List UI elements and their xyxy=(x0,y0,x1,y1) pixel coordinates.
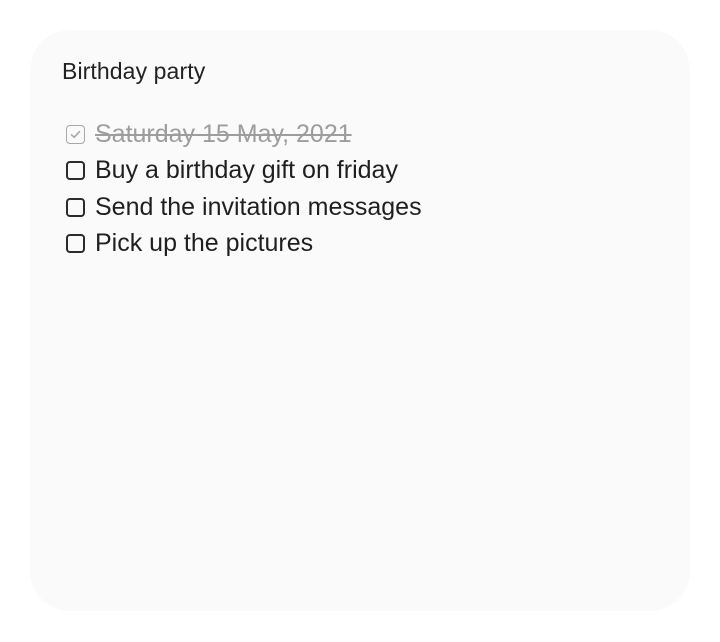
note-title: Birthday party xyxy=(62,58,206,84)
checklist-item[interactable]: Send the invitation messages xyxy=(66,189,422,226)
checkbox-checked-icon[interactable] xyxy=(66,124,85,144)
checklist-item[interactable]: Pick up the pictures xyxy=(66,226,422,263)
checklist-item[interactable]: Saturday 15 May, 2021 xyxy=(66,116,422,153)
checklist-item[interactable]: Buy a birthday gift on friday xyxy=(66,153,422,190)
checkbox-unchecked-icon[interactable] xyxy=(66,161,85,181)
checklist-item-text: Buy a birthday gift on friday xyxy=(95,156,398,185)
checklist-item-text: Pick up the pictures xyxy=(95,229,314,258)
checklist-item-text: Send the invitation messages xyxy=(95,192,422,221)
checkmark-icon xyxy=(70,130,81,138)
note-card[interactable]: Birthday party Saturday 15 May, 2021 Buy… xyxy=(30,30,690,611)
checklist-item-text: Saturday 15 May, 2021 xyxy=(95,119,352,148)
checkbox-unchecked-icon[interactable] xyxy=(66,197,85,217)
checklist: Saturday 15 May, 2021 Buy a birthday gif… xyxy=(66,116,422,262)
checkbox-unchecked-icon[interactable] xyxy=(66,234,85,254)
